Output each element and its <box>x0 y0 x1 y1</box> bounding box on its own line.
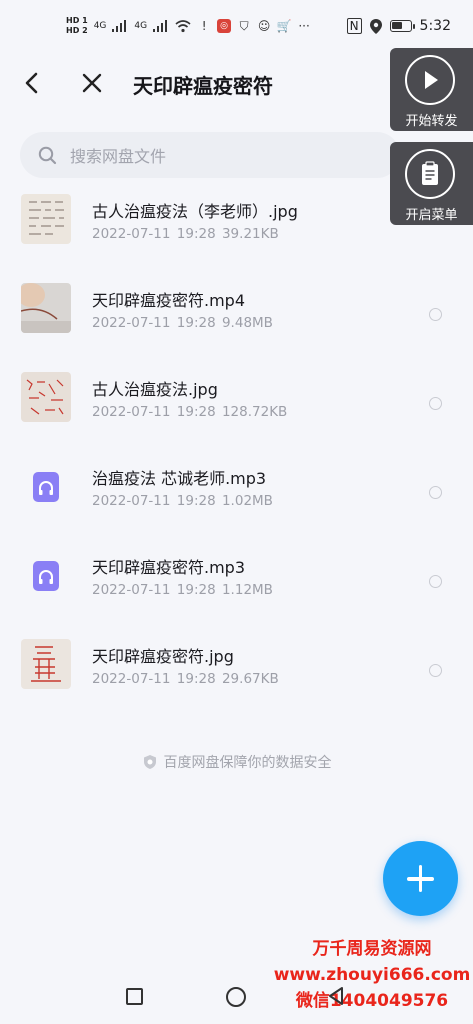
wifi-icon <box>175 19 191 32</box>
clipboard-icon <box>405 149 455 199</box>
add-button[interactable] <box>383 841 458 916</box>
security-note-text: 百度网盘保障你的数据安全 <box>163 755 332 771</box>
file-name: 古人治瘟疫法（李老师）.jpg <box>92 202 298 221</box>
start-forward-button[interactable]: 开始转发 <box>390 48 473 131</box>
status-left: HD 1 HD 2 4G 4G ! ◎ ⛉ ☺ 🛒 ··· <box>66 16 311 36</box>
close-icon[interactable] <box>80 70 104 96</box>
hd-indicators: HD 1 HD 2 <box>66 16 88 36</box>
app-notify-icon: ◎ <box>217 19 232 33</box>
file-thumbnail <box>21 372 71 422</box>
cart-icon: 🛒 <box>276 19 292 33</box>
select-radio[interactable] <box>429 486 442 499</box>
select-radio[interactable] <box>429 397 442 410</box>
audio-file-icon <box>33 472 59 502</box>
file-thumbnail <box>21 283 71 333</box>
list-item[interactable]: 天印辟瘟疫密符.mp3 2022-07-11 19:28 1.12MB <box>0 536 473 625</box>
status-right: N 5:32 <box>346 18 451 34</box>
clock: 5:32 <box>419 18 451 34</box>
hd1-label: HD 1 <box>66 16 88 25</box>
search-icon <box>38 146 57 165</box>
file-meta: 2022-07-11 19:28 9.48MB <box>92 315 273 331</box>
search-bar[interactable] <box>20 132 400 180</box>
signal-label-2: 4G <box>134 21 148 31</box>
list-item[interactable]: 天印辟瘟疫密符.jpg 2022-07-11 19:28 29.67KB <box>0 625 473 714</box>
select-radio[interactable] <box>429 664 442 677</box>
play-icon <box>405 55 455 105</box>
file-thumbnail <box>21 194 71 244</box>
file-name: 治瘟疫法 芯诚老师.mp3 <box>92 469 267 488</box>
back-button[interactable] <box>327 986 345 1006</box>
open-menu-button[interactable]: 开启菜单 <box>390 142 473 225</box>
audio-file-icon <box>33 561 59 591</box>
alert-icon: ! <box>201 19 207 33</box>
signal-label-1: 4G <box>93 21 107 31</box>
page-title: 天印辟瘟疫密符 <box>133 74 273 98</box>
face-icon: ☺ <box>257 19 271 33</box>
watermark-line-1: 万千周易资源网 <box>312 939 432 959</box>
file-name: 天印辟瘟疫密符.mp4 <box>92 291 246 310</box>
file-thumbnail <box>21 639 71 689</box>
list-item[interactable]: 治瘟疫法 芯诚老师.mp3 2022-07-11 19:28 1.02MB <box>0 447 473 536</box>
hd2-label: HD 2 <box>66 26 88 35</box>
file-meta: 2022-07-11 19:28 1.12MB <box>92 582 273 598</box>
select-radio[interactable] <box>429 575 442 588</box>
more-icon: ··· <box>298 19 310 33</box>
list-item[interactable]: 天印辟瘟疫密符.mp4 2022-07-11 19:28 9.48MB <box>0 269 473 358</box>
recents-button[interactable] <box>126 988 143 1005</box>
file-meta: 2022-07-11 19:28 1.02MB <box>92 493 273 509</box>
file-meta: 2022-07-11 19:28 128.72KB <box>92 404 288 420</box>
select-radio[interactable] <box>429 308 442 321</box>
open-menu-label: 开启菜单 <box>405 208 458 223</box>
signal-icon <box>112 20 127 32</box>
home-button[interactable] <box>226 987 246 1007</box>
chevron-left-icon[interactable] <box>20 68 44 98</box>
battery-level <box>391 22 402 29</box>
list-item[interactable]: 古人治瘟疫法.jpg 2022-07-11 19:28 128.72KB <box>0 358 473 447</box>
file-name: 天印辟瘟疫密符.mp3 <box>92 558 246 577</box>
security-note: 百度网盘保障你的数据安全 <box>0 752 473 772</box>
system-nav-bar <box>0 968 473 1024</box>
file-name: 天印辟瘟疫密符.jpg <box>92 647 234 666</box>
file-meta: 2022-07-11 19:28 29.67KB <box>92 671 279 687</box>
signal-icon <box>153 20 168 32</box>
start-forward-label: 开始转发 <box>405 114 458 129</box>
battery-icon <box>389 20 415 32</box>
nfc-icon: N <box>346 18 362 34</box>
search-input[interactable] <box>68 132 372 180</box>
location-icon <box>369 18 382 34</box>
file-meta: 2022-07-11 19:28 39.21KB <box>92 226 279 242</box>
file-name: 古人治瘟疫法.jpg <box>92 380 218 399</box>
shield-icon <box>142 754 158 770</box>
shield-icon: ⛉ <box>239 18 249 33</box>
